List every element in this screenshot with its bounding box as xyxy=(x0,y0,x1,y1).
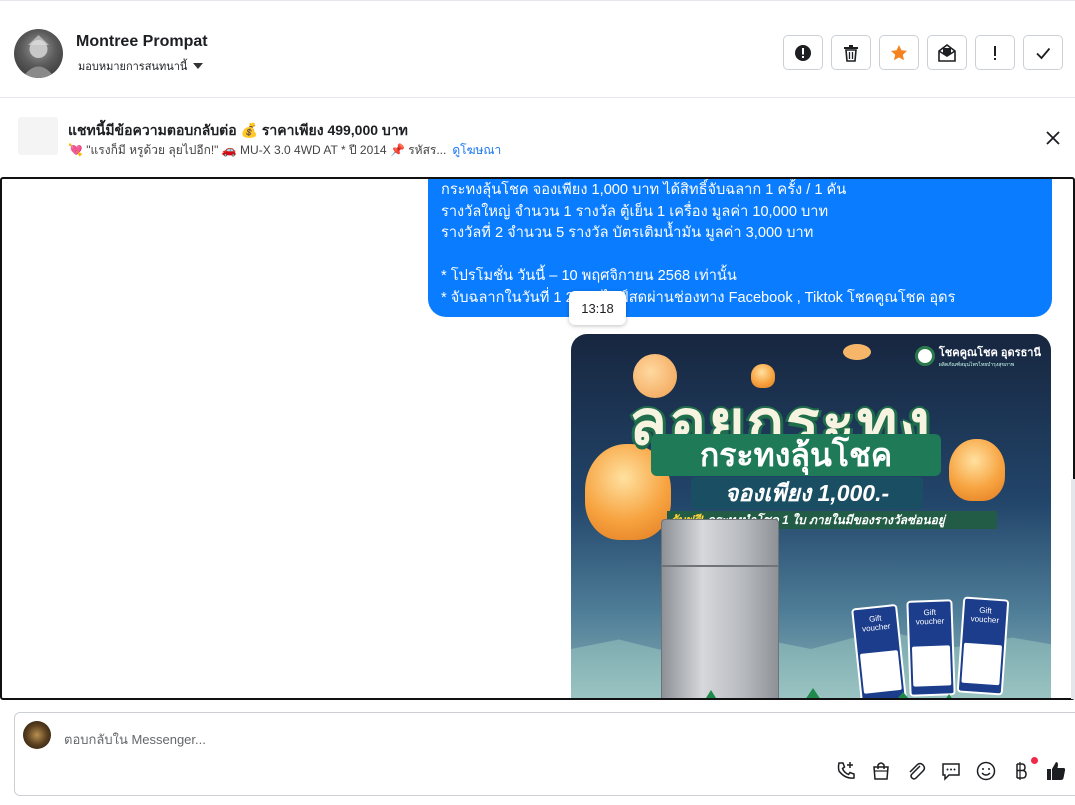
message-line: กระทงลุ้นโชค จองเพียง 1,000 บาท ได้สิทธิ… xyxy=(441,182,847,198)
bag-icon[interactable] xyxy=(870,760,892,782)
caret-down-icon xyxy=(193,63,204,69)
thumbs-up-icon[interactable] xyxy=(1045,760,1067,782)
emoji-icon[interactable] xyxy=(975,760,997,782)
message-bubble[interactable]: กระทงลุ้นโชค จองเพียง 1,000 บาท ได้สิทธิ… xyxy=(428,179,1052,317)
assign-label: มอบหมายการสนทนานี้ xyxy=(78,61,188,73)
poster-brand-tag: ผลิตภัณฑ์สมุนไพรไทยบำรุงสุขภาพ xyxy=(938,362,1015,368)
paperclip-icon[interactable] xyxy=(905,760,927,782)
alert-circle-icon xyxy=(795,44,811,61)
baht-icon[interactable] xyxy=(1010,760,1032,782)
contact-avatar[interactable] xyxy=(14,29,63,78)
voucher-label: Gift voucher xyxy=(915,607,945,627)
close-icon[interactable] xyxy=(1043,128,1063,148)
message-time-tooltip: 13:18 xyxy=(569,291,626,325)
mark-unread-button[interactable] xyxy=(927,35,967,70)
message-line: รางวัลใหญ่ จำนวน 1 รางวัล ตู้เย็น 1 เครื… xyxy=(441,203,829,220)
done-button[interactable] xyxy=(1023,35,1063,70)
composer-tools xyxy=(835,760,1067,782)
header-actions xyxy=(783,35,1063,70)
messenger-inbox: Montree Prompat มอบหมายการสนทนานี้ แชทนี… xyxy=(0,0,1075,805)
ad-thumbnail[interactable] xyxy=(18,117,58,155)
poster-brand: โชคคูณโชค อุดรธานีผลิตภัณฑ์สมุนไพรไทยบำร… xyxy=(914,343,1041,369)
poster-brand-name: โชคคูณโชค อุดรธานี xyxy=(938,347,1041,359)
mail-open-icon xyxy=(938,43,956,62)
leaf-decoration xyxy=(706,688,952,698)
ad-subtitle: 💘 "แรงก็มี หรูด้วย ลุยไปอีก!" 🚗 MU-X 3.0… xyxy=(68,141,501,160)
brand-seal-icon xyxy=(914,346,935,366)
moon-graphic xyxy=(843,344,871,360)
chat-bubble-icon[interactable] xyxy=(940,760,962,782)
view-ad-link[interactable]: ดูโฆษณา xyxy=(452,143,501,157)
message-image[interactable]: โชคคูณโชค อุดรธานีผลิตภัณฑ์สมุนไพรไทยบำร… xyxy=(571,334,1051,698)
delete-button[interactable] xyxy=(831,35,871,70)
lantern-graphic xyxy=(949,439,1005,501)
check-icon xyxy=(1036,47,1051,59)
message-line: * จับฉลากในวันที่ 1 2568 ไลฟ์สดผ่านช่องท… xyxy=(441,289,956,306)
message-line xyxy=(441,245,1052,267)
important-button[interactable] xyxy=(975,35,1015,70)
voucher-label: Gift voucher xyxy=(970,605,1000,626)
ad-subtitle-text: 💘 "แรงก็มี หรูด้วย ลุยไปอีก!" 🚗 MU-X 3.0… xyxy=(68,143,447,157)
voucher-label: Gift voucher xyxy=(861,613,891,634)
ad-title: แชทนี้มีข้อความตอบกลับต่อ 💰 ราคาเพียง 49… xyxy=(68,122,408,138)
message-line: รางวัลที่ 2 จำนวน 5 รางวัล บัตรเติมน้ำมั… xyxy=(441,225,814,241)
phone-add-icon[interactable] xyxy=(835,760,857,782)
assign-conversation-dropdown[interactable]: มอบหมายการสนทนานี้ xyxy=(78,57,204,75)
gift-vouchers: Gift voucher Gift voucher Gift voucher xyxy=(851,596,1046,698)
gift-voucher: Gift voucher xyxy=(956,596,1010,696)
scrollbar[interactable] xyxy=(1071,479,1075,699)
exclamation-icon xyxy=(994,45,996,60)
reply-composer[interactable]: ตอบกลับใน Messenger... xyxy=(14,712,1075,796)
report-button[interactable] xyxy=(783,35,823,70)
poster-subheadline: กระทงลุ้นโชค xyxy=(651,434,941,476)
conversation-header: Montree Prompat มอบหมายการสนทนานี้ xyxy=(0,1,1075,98)
message-line: * โปรโมชั่น วันนี้ – 10 พฤศจิกายน 2568 เ… xyxy=(441,268,737,284)
ad-banner: แชทนี้มีข้อความตอบกลับต่อ 💰 ราคาเพียง 49… xyxy=(0,98,1075,176)
contact-name[interactable]: Montree Prompat xyxy=(76,33,208,51)
poster-price: จองเพียง 1,000.- xyxy=(691,477,923,509)
message-thread[interactable]: กระทงลุ้นโชค จองเพียง 1,000 บาท ได้สิทธิ… xyxy=(0,177,1075,700)
page-avatar xyxy=(23,721,51,749)
reply-input[interactable]: ตอบกลับใน Messenger... xyxy=(64,729,206,750)
star-icon xyxy=(891,44,907,60)
trash-icon xyxy=(844,44,858,62)
fridge-graphic xyxy=(661,519,779,698)
star-button[interactable] xyxy=(879,35,919,70)
gift-voucher: Gift voucher xyxy=(906,599,956,697)
